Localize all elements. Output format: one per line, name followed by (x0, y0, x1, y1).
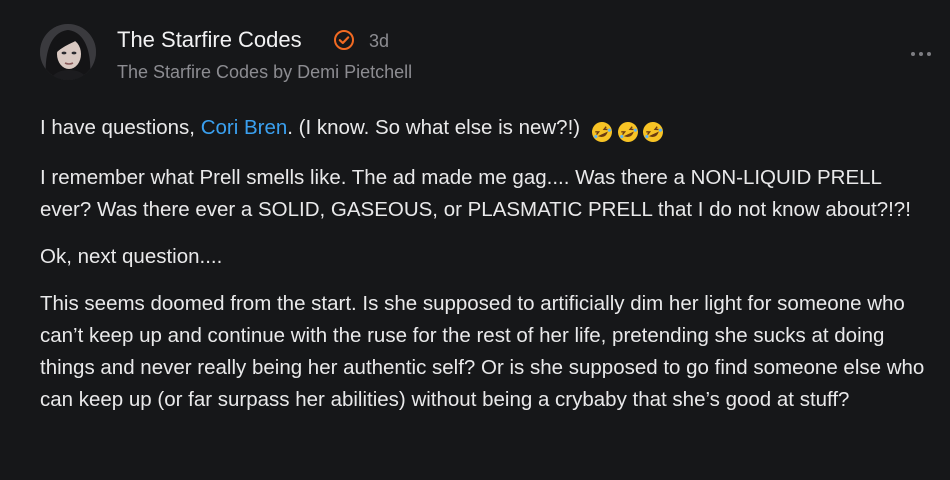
author-name[interactable]: The Starfire Codes (117, 27, 302, 53)
paragraph-1-prefix: I have questions, (40, 116, 201, 139)
post-timestamp[interactable]: 3d (369, 31, 389, 52)
paragraph-2: I remember what Prell smells like. The a… (40, 166, 911, 221)
more-horizontal-icon[interactable] (906, 44, 936, 64)
paragraph-4: This seems doomed from the start. Is she… (40, 292, 925, 411)
paragraph-1-suffix: . (I know. So what else is new?!) (287, 116, 581, 139)
note-body: I have questions, Cori Bren. (I know. So… (40, 112, 935, 431)
mention-link[interactable]: Cori Bren (201, 116, 288, 139)
publication-byline[interactable]: The Starfire Codes by Demi Pietchell (117, 62, 412, 83)
verified-badge-icon (333, 29, 355, 51)
paragraph-3: Ok, next question.... (40, 245, 223, 268)
author-avatar[interactable] (40, 24, 96, 80)
note-card: The Starfire Codes 3d The Starfire Codes… (0, 0, 950, 480)
paragraph-1: I have questions, Cori Bren. (I know. So… (40, 112, 935, 147)
laughing-emoji-icon (590, 115, 664, 147)
